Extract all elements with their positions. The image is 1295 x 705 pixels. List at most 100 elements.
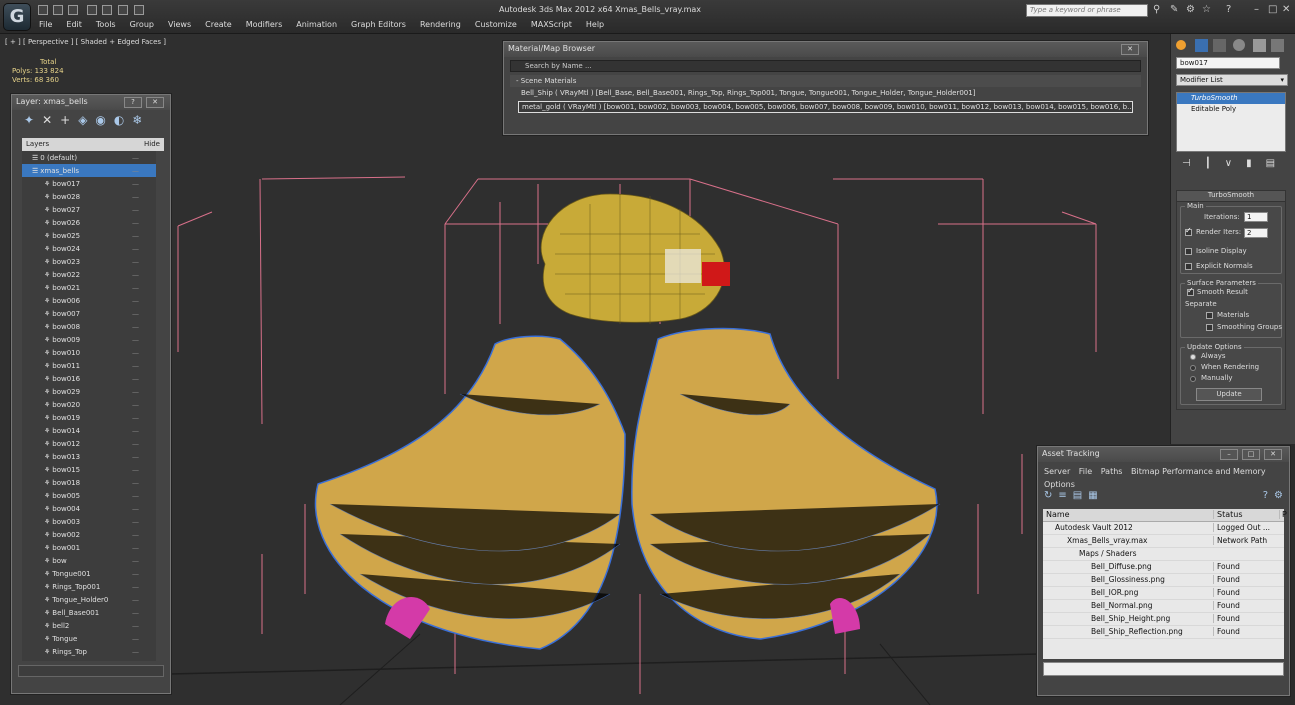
layer-row[interactable]: ⚘ bow028 — <box>22 190 156 203</box>
hide-toggle[interactable]: — <box>132 648 139 656</box>
hide-toggle[interactable]: — <box>132 297 139 305</box>
new-file-icon[interactable] <box>38 5 48 15</box>
app-logo-icon[interactable]: G <box>3 3 31 31</box>
hide-toggle[interactable]: — <box>132 375 139 383</box>
hide-toggle[interactable]: — <box>132 401 139 409</box>
layer-row[interactable]: ⚘ bow021 — <box>22 281 156 294</box>
viewport-label[interactable]: [ + ] [ Perspective ] [ Shaded + Edged F… <box>5 38 166 46</box>
stack-item-turbosmooth[interactable]: TurboSmooth <box>1177 93 1285 104</box>
hide-toggle[interactable]: — <box>132 440 139 448</box>
hide-all-icon[interactable]: ◐ <box>114 113 124 127</box>
layer-row[interactable]: ⚘ bow029 — <box>22 385 156 398</box>
layer-row[interactable]: ⚘ bow018 — <box>22 476 156 489</box>
layer-panel-header[interactable]: Layer: xmas_bells ? ✕ <box>12 95 170 110</box>
menu-group[interactable]: Group <box>123 20 161 32</box>
hide-toggle[interactable]: — <box>132 193 139 201</box>
layer-row[interactable]: ⚘ Bell_Base001 — <box>22 606 156 619</box>
menu-file[interactable]: File <box>1079 467 1092 476</box>
asset-row[interactable]: Bell_Normal.png Found <box>1043 600 1284 613</box>
object-name-field[interactable]: bow017 <box>1176 57 1280 69</box>
close-icon[interactable]: ✕ <box>1282 4 1290 15</box>
minimize-icon[interactable]: – <box>1220 449 1238 460</box>
hide-toggle[interactable]: — <box>132 635 139 643</box>
layer-row[interactable]: ⚘ bow026 — <box>22 216 156 229</box>
delete-layer-icon[interactable]: ✕ <box>42 113 52 127</box>
asset-row[interactable]: Bell_Ship_Reflection.png Found <box>1043 626 1284 639</box>
hide-toggle[interactable]: — <box>132 583 139 591</box>
menu-paths[interactable]: Paths <box>1101 467 1123 476</box>
hide-toggle[interactable]: — <box>132 284 139 292</box>
hold-icon[interactable] <box>118 5 128 15</box>
close-icon[interactable]: ✕ <box>1121 44 1139 55</box>
show-end-result-icon[interactable]: ┃ <box>1205 158 1211 172</box>
smooth-result-checkbox[interactable] <box>1187 286 1194 296</box>
stack-item-editable-poly[interactable]: Editable Poly <box>1177 104 1285 115</box>
hide-toggle[interactable]: — <box>132 622 139 630</box>
hide-toggle[interactable]: — <box>132 531 139 539</box>
layer-row[interactable]: ⚘ bow024 — <box>22 242 156 255</box>
hide-toggle[interactable]: — <box>132 505 139 513</box>
binoculars-icon[interactable]: ⚲ <box>1153 4 1160 15</box>
table-view-icon[interactable]: ▤ <box>1073 490 1082 504</box>
menu-server[interactable]: Server <box>1044 467 1070 476</box>
help-icon[interactable]: ? <box>1226 4 1231 15</box>
refresh-icon[interactable]: ↻ <box>1044 490 1052 504</box>
select-objects-icon[interactable]: ◈ <box>78 113 87 127</box>
menu-rendering[interactable]: Rendering <box>413 20 468 32</box>
layer-row[interactable]: ⚘ bow — <box>22 554 156 567</box>
hide-toggle[interactable]: — <box>132 232 139 240</box>
layer-row[interactable]: ⚘ bow002 — <box>22 528 156 541</box>
save-file-icon[interactable] <box>68 5 78 15</box>
layer-row[interactable]: ⚘ bow004 — <box>22 502 156 515</box>
hide-toggle[interactable]: — <box>132 518 139 526</box>
layer-row[interactable]: ⚘ Tongue — <box>22 632 156 645</box>
hide-toggle[interactable]: — <box>132 219 139 227</box>
hide-toggle[interactable]: — <box>132 206 139 214</box>
modifier-stack[interactable]: TurboSmooth Editable Poly <box>1176 92 1286 152</box>
material-row[interactable]: metal_gold ( VRayMtl ) [bow001, bow002, … <box>518 101 1133 113</box>
close-icon[interactable]: ✕ <box>146 97 164 108</box>
asset-tracking-header[interactable]: Asset Tracking – □ ✕ <box>1038 447 1289 462</box>
layer-row[interactable]: ☰ xmas_bells — <box>22 164 156 177</box>
hide-toggle[interactable]: — <box>132 492 139 500</box>
subscription-icon[interactable]: ⚙ <box>1186 4 1195 15</box>
layer-row[interactable]: ⚘ bow015 — <box>22 463 156 476</box>
hide-toggle[interactable]: — <box>132 167 139 175</box>
menu-edit[interactable]: Edit <box>59 20 89 32</box>
layer-row[interactable]: ⚘ bow023 — <box>22 255 156 268</box>
status-column[interactable]: Status <box>1213 510 1275 519</box>
smoothing-groups-checkbox[interactable] <box>1206 324 1213 331</box>
layer-scrollbar[interactable] <box>18 665 164 677</box>
asset-row[interactable]: Bell_Diffuse.png Found <box>1043 561 1284 574</box>
layer-row[interactable]: ⚘ bow022 — <box>22 268 156 281</box>
hide-toggle[interactable]: — <box>132 661 139 662</box>
help-icon[interactable]: ? <box>1263 490 1268 504</box>
material-browser-header[interactable]: Material/Map Browser ✕ <box>504 42 1147 57</box>
freeze-all-icon[interactable]: ❄ <box>132 113 142 127</box>
layer-row[interactable]: ☰ 0 (default) — <box>22 151 156 164</box>
settings-icon[interactable]: ⚙ <box>1274 490 1283 504</box>
layer-row[interactable]: ⚘ bow014 — <box>22 424 156 437</box>
modifier-list-dropdown[interactable]: Modifier List ▾ <box>1176 74 1288 86</box>
asset-row[interactable]: Bell_IOR.png Found <box>1043 587 1284 600</box>
hide-toggle[interactable]: — <box>132 544 139 552</box>
undo-icon[interactable] <box>87 5 97 15</box>
render-iters-spinner[interactable]: 2 <box>1244 228 1268 238</box>
hide-toggle[interactable]: — <box>132 362 139 370</box>
create-layer-icon[interactable]: ✦ <box>24 113 34 127</box>
hide-toggle[interactable]: — <box>132 180 139 188</box>
redo-icon[interactable] <box>102 5 112 15</box>
fetch-icon[interactable] <box>134 5 144 15</box>
hide-toggle[interactable]: — <box>132 258 139 266</box>
layer-row[interactable]: ⚘ bow025 — <box>22 229 156 242</box>
layer-row[interactable]: ⚘ bow007 — <box>22 307 156 320</box>
layer-row[interactable]: ⚘ bow006 — <box>22 294 156 307</box>
layer-row[interactable]: ⚘ Tongue_Holder0 — <box>22 593 156 606</box>
layer-row[interactable]: ⚘ Rings_Top001 — <box>22 580 156 593</box>
layer-row[interactable]: ⚘ Tongue_Holder — <box>22 658 156 662</box>
hide-toggle[interactable]: — <box>132 609 139 617</box>
iterations-spinner[interactable]: 1 <box>1244 212 1268 222</box>
hide-toggle[interactable]: — <box>132 414 139 422</box>
hide-toggle[interactable]: — <box>132 271 139 279</box>
layer-row[interactable]: ⚘ Rings_Top — <box>22 645 156 658</box>
